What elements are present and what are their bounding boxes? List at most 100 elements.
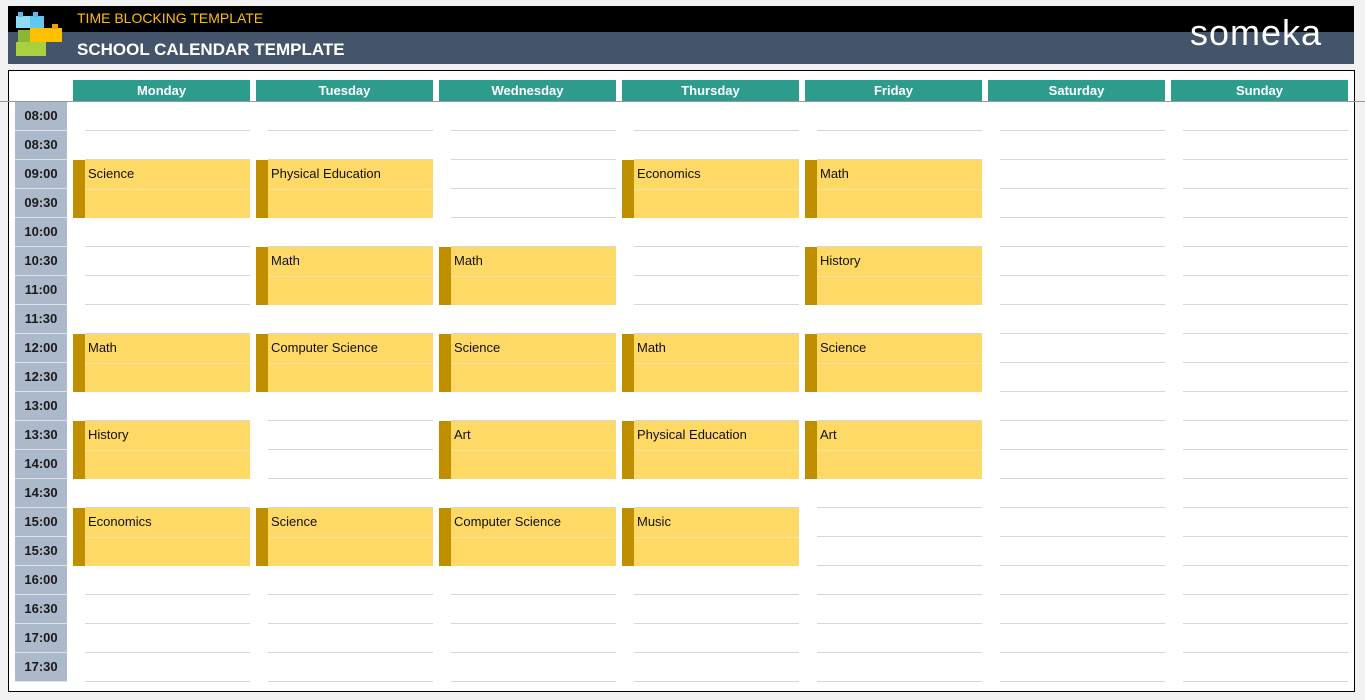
event-block[interactable]: Math xyxy=(439,247,616,305)
time-slot[interactable] xyxy=(1000,681,1165,682)
time-slot[interactable] xyxy=(634,130,799,131)
time-slot[interactable] xyxy=(1183,565,1348,566)
time-slot[interactable] xyxy=(1183,681,1348,682)
event-block[interactable]: History xyxy=(73,421,250,479)
time-slot[interactable] xyxy=(1183,594,1348,595)
time-slot[interactable] xyxy=(817,536,982,537)
time-slot[interactable] xyxy=(634,275,799,276)
time-slot[interactable] xyxy=(85,623,250,624)
time-slot[interactable] xyxy=(451,594,616,595)
event-block[interactable]: Economics xyxy=(622,160,799,218)
time-slot[interactable] xyxy=(1000,246,1165,247)
event-block[interactable]: Art xyxy=(805,421,982,479)
time-slot[interactable] xyxy=(1000,188,1165,189)
time-slot[interactable] xyxy=(817,681,982,682)
time-slot[interactable] xyxy=(1183,362,1348,363)
time-slot[interactable] xyxy=(817,130,982,131)
event-block[interactable]: Music xyxy=(622,508,799,566)
event-block[interactable]: Physical Education xyxy=(622,421,799,479)
time-slot[interactable] xyxy=(817,565,982,566)
event-block[interactable]: Computer Science xyxy=(439,508,616,566)
event-block[interactable]: Computer Science xyxy=(256,334,433,392)
time-slot[interactable] xyxy=(85,275,250,276)
time-slot[interactable] xyxy=(1000,362,1165,363)
time-slot[interactable] xyxy=(1000,275,1165,276)
time-slot[interactable] xyxy=(817,652,982,653)
time-slot[interactable] xyxy=(1000,333,1165,334)
time-slot[interactable] xyxy=(1183,188,1348,189)
time-slot[interactable] xyxy=(1183,391,1348,392)
time-slot[interactable] xyxy=(1183,507,1348,508)
time-slot[interactable] xyxy=(634,681,799,682)
time-slot[interactable] xyxy=(1183,130,1348,131)
event-block[interactable]: Economics xyxy=(73,508,250,566)
time-slot[interactable] xyxy=(1183,159,1348,160)
time-slot[interactable] xyxy=(1000,507,1165,508)
event-block[interactable]: Science xyxy=(73,160,250,218)
time-slot[interactable] xyxy=(85,652,250,653)
time-slot[interactable] xyxy=(1183,217,1348,218)
event-block[interactable]: Math xyxy=(73,334,250,392)
time-slot[interactable] xyxy=(1000,623,1165,624)
time-slot[interactable] xyxy=(1000,478,1165,479)
time-slot[interactable] xyxy=(1000,594,1165,595)
time-slot[interactable] xyxy=(634,652,799,653)
time-slot[interactable] xyxy=(451,159,616,160)
time-slot[interactable] xyxy=(268,623,433,624)
time-slot[interactable] xyxy=(451,623,616,624)
time-slot[interactable] xyxy=(1000,536,1165,537)
event-block[interactable]: Art xyxy=(439,421,616,479)
time-slot[interactable] xyxy=(1000,159,1165,160)
time-slot[interactable] xyxy=(1000,391,1165,392)
time-slot[interactable] xyxy=(268,449,433,450)
time-slot[interactable] xyxy=(1183,652,1348,653)
time-slot[interactable] xyxy=(1000,130,1165,131)
time-slot[interactable] xyxy=(85,246,250,247)
time-slot[interactable] xyxy=(268,594,433,595)
time-slot[interactable] xyxy=(451,652,616,653)
time-slot[interactable] xyxy=(451,188,616,189)
time-slot[interactable] xyxy=(268,130,433,131)
time-slot[interactable] xyxy=(268,420,433,421)
time-slot[interactable] xyxy=(451,217,616,218)
time-slot[interactable] xyxy=(1000,304,1165,305)
time-slot[interactable] xyxy=(1000,652,1165,653)
time-slot[interactable] xyxy=(1183,275,1348,276)
time-slot[interactable] xyxy=(1000,449,1165,450)
time-slot[interactable] xyxy=(1183,536,1348,537)
time-slot[interactable] xyxy=(451,130,616,131)
time-slot[interactable] xyxy=(1000,565,1165,566)
time-slot[interactable] xyxy=(817,594,982,595)
time-slot[interactable] xyxy=(85,681,250,682)
time-slot[interactable] xyxy=(1183,420,1348,421)
event-block[interactable]: Math xyxy=(805,160,982,218)
time-slot[interactable] xyxy=(268,652,433,653)
time-slot[interactable] xyxy=(1183,623,1348,624)
time-slot[interactable] xyxy=(634,246,799,247)
event-block[interactable]: Science xyxy=(256,508,433,566)
time-slot[interactable] xyxy=(634,594,799,595)
time-slot[interactable] xyxy=(1000,420,1165,421)
event-block[interactable]: Science xyxy=(439,334,616,392)
time-slot[interactable] xyxy=(817,623,982,624)
time-slot[interactable] xyxy=(1183,333,1348,334)
event-block[interactable]: Science xyxy=(805,334,982,392)
event-block[interactable]: Math xyxy=(256,247,433,305)
time-slot[interactable] xyxy=(451,681,616,682)
time-slot[interactable] xyxy=(1183,246,1348,247)
time-slot[interactable] xyxy=(634,304,799,305)
event-block[interactable]: Physical Education xyxy=(256,160,433,218)
time-slot[interactable] xyxy=(268,681,433,682)
time-slot[interactable] xyxy=(268,478,433,479)
time-slot[interactable] xyxy=(634,623,799,624)
time-slot[interactable] xyxy=(1183,478,1348,479)
time-slot[interactable] xyxy=(85,304,250,305)
time-slot[interactable] xyxy=(817,507,982,508)
time-slot[interactable] xyxy=(85,130,250,131)
time-slot[interactable] xyxy=(85,594,250,595)
time-slot[interactable] xyxy=(1183,449,1348,450)
event-block[interactable]: History xyxy=(805,247,982,305)
time-slot[interactable] xyxy=(1183,304,1348,305)
event-block[interactable]: Math xyxy=(622,334,799,392)
time-slot[interactable] xyxy=(1000,217,1165,218)
